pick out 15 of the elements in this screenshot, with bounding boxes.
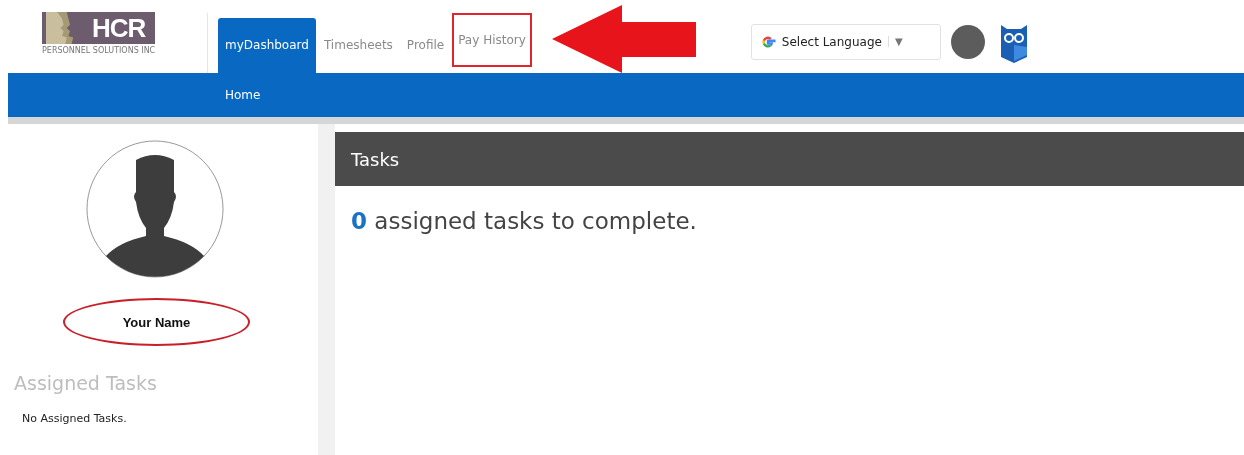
section-heading: Assigned Tasks xyxy=(14,372,157,394)
logo-tagline: PERSONNEL SOLUTIONS INC xyxy=(42,46,157,55)
nav-tab[interactable]: Profile xyxy=(400,18,451,73)
task-summary: 0 assigned tasks to complete. xyxy=(351,208,698,234)
panel-title: Tasks xyxy=(351,148,400,170)
user-name: Your Name xyxy=(122,314,191,330)
nav-tab[interactable]: Timesheets xyxy=(317,18,399,73)
nav-tab[interactable]: Pay History xyxy=(452,13,532,67)
owl-icon[interactable] xyxy=(998,22,1029,63)
language-select[interactable]: Select Language ▼ xyxy=(750,23,941,60)
user-avatar[interactable] xyxy=(950,24,985,59)
nav-tab[interactable]: myDashboard xyxy=(218,18,316,73)
empty-message: No Assigned Tasks. xyxy=(22,412,127,425)
sub-nav-link[interactable]: Home xyxy=(225,88,261,102)
logo-text: HCR xyxy=(91,12,146,44)
